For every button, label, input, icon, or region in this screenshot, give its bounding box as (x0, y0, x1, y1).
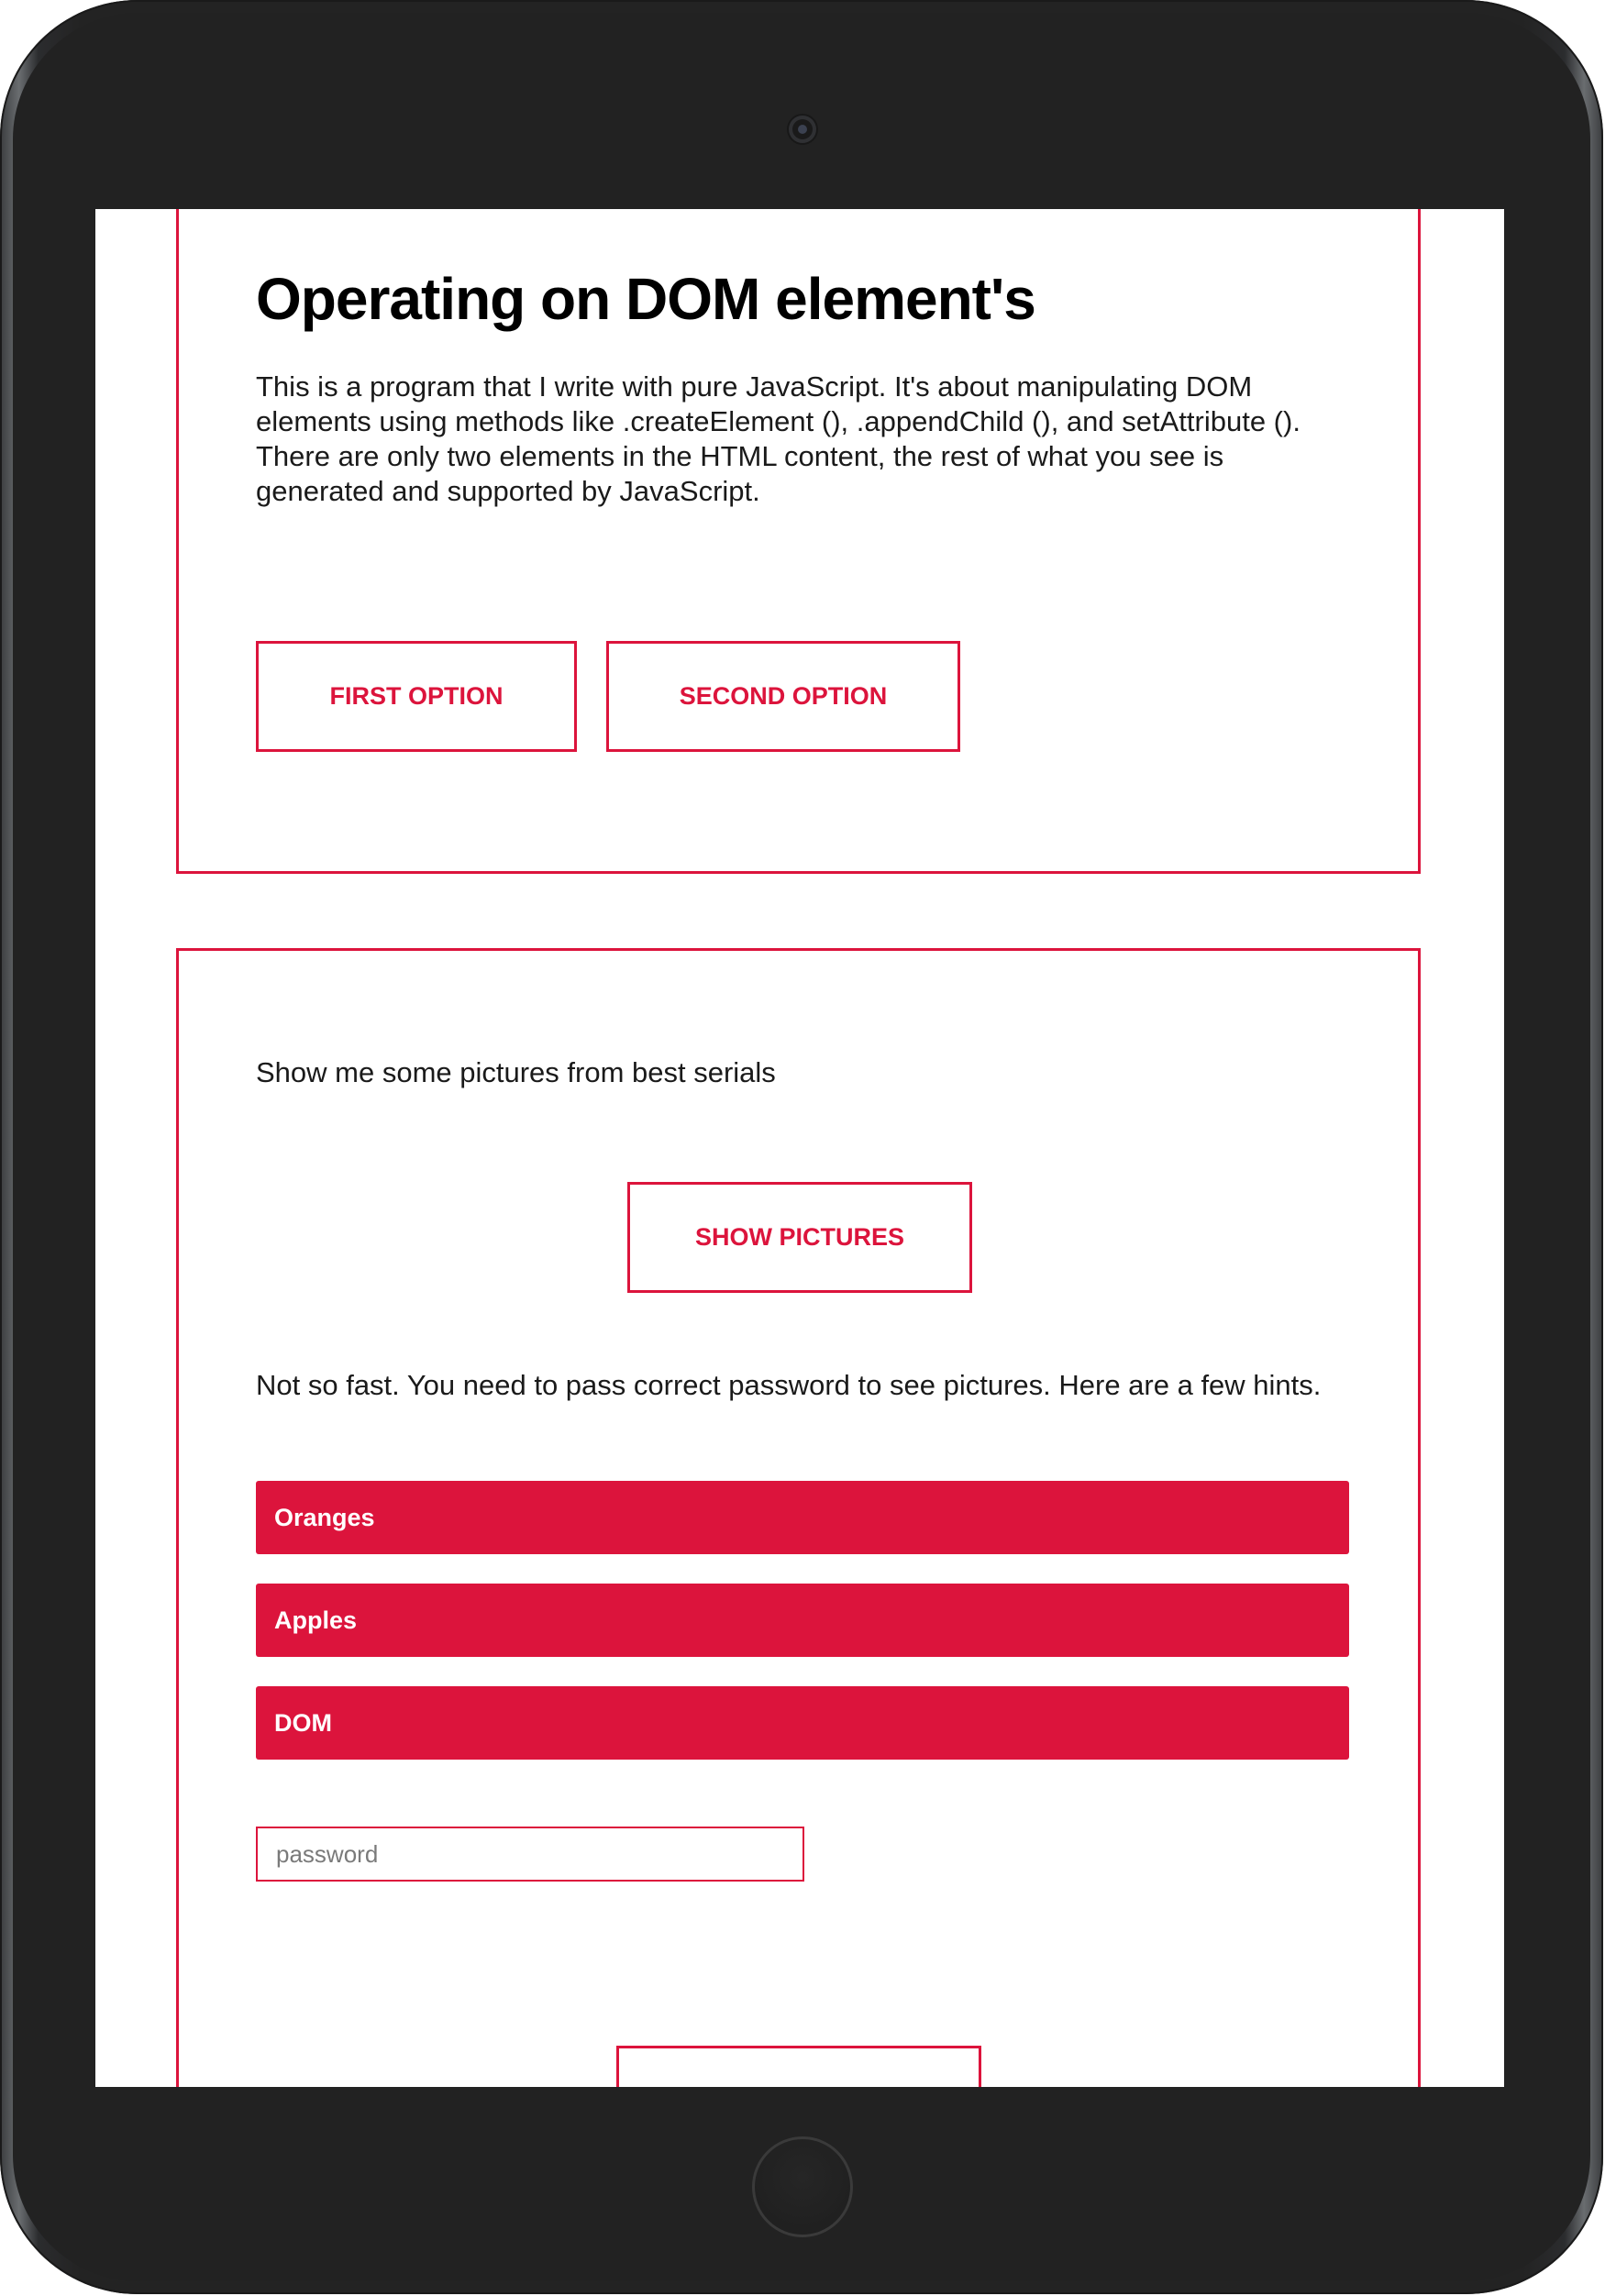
password-input[interactable] (256, 1827, 804, 1882)
submit-password-button[interactable] (616, 2046, 981, 2087)
tablet-device-frame: Operating on DOM element's This is a pro… (0, 0, 1603, 2294)
pictures-prompt: Show me some pictures from best serials (256, 1056, 776, 1088)
tablet-screen: Operating on DOM element's This is a pro… (95, 209, 1504, 2087)
dom-intro-card: Operating on DOM element's This is a pro… (176, 209, 1421, 874)
hint-item-oranges: Oranges (256, 1481, 1349, 1554)
camera-icon (789, 116, 816, 143)
hint-item-apples: Apples (256, 1584, 1349, 1657)
home-button-icon[interactable] (752, 2136, 853, 2237)
pictures-card: Show me some pictures from best serials … (176, 948, 1421, 2087)
second-option-button[interactable]: SECOND OPTION (606, 641, 960, 752)
page-title: Operating on DOM element's (256, 266, 1036, 332)
hint-item-dom: DOM (256, 1686, 1349, 1760)
intro-text: This is a program that I write with pure… (256, 370, 1301, 507)
password-hint-intro: Not so fast. You need to pass correct pa… (256, 1369, 1322, 1401)
show-pictures-button[interactable]: SHOW PICTURES (627, 1182, 972, 1293)
first-option-button[interactable]: FIRST OPTION (256, 641, 577, 752)
